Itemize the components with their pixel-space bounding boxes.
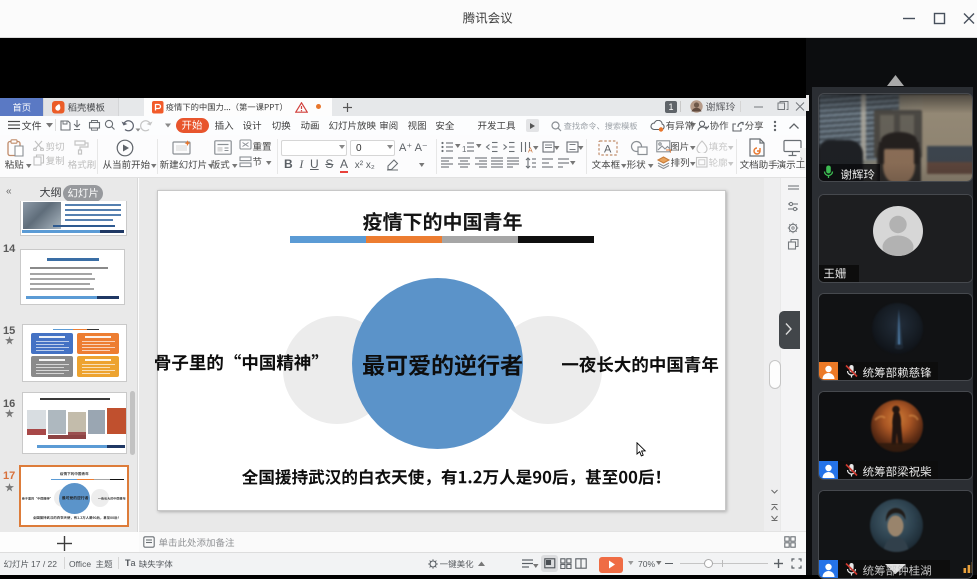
- svg-text:A: A: [604, 144, 612, 156]
- svg-text:1: 1: [462, 145, 467, 153]
